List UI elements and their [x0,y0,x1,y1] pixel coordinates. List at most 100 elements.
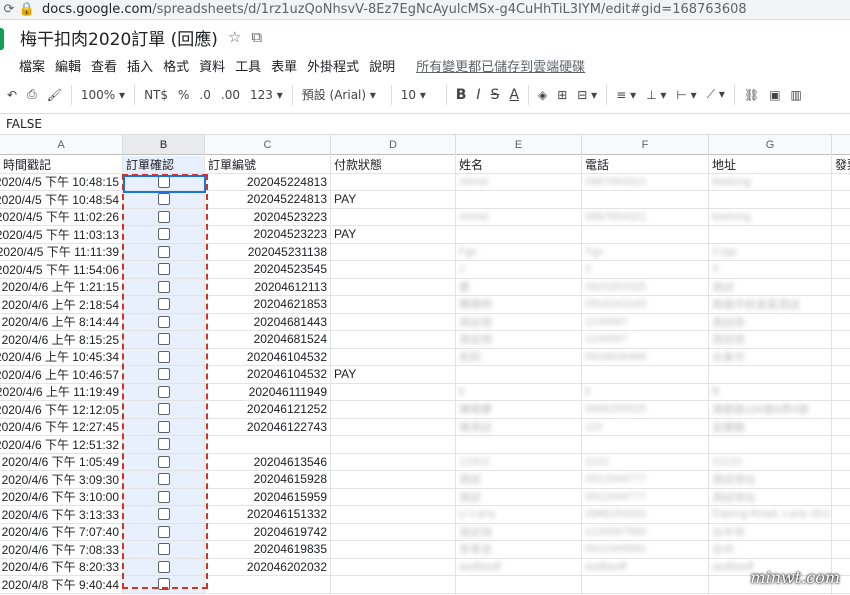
header-cell[interactable]: 時間戳記 [0,156,123,173]
table-cell[interactable] [709,436,832,453]
table-cell[interactable]: 測試用 [709,313,832,330]
table-cell[interactable]: 202045224813 [205,191,331,208]
table-cell[interactable]: 20204681443 [205,313,331,330]
table-cell[interactable] [331,523,456,540]
star-icon[interactable]: ☆ [228,28,241,46]
table-cell[interactable] [205,436,331,453]
table-cell[interactable]: 陳測試 [456,418,582,435]
table-cell[interactable] [582,436,709,453]
table-cell[interactable]: 莉莉 [456,348,582,365]
spreadsheet-grid[interactable]: ABCDEFG時間戳記訂單確認訂單編號付款狀態姓名電話地址發票2020/4/5 … [0,135,850,595]
table-cell[interactable]: 測試用 [456,331,582,348]
borders-icon[interactable]: ⊞ [552,88,572,102]
table-cell[interactable]: 港都路168巷8弄8號 [709,401,832,418]
table-cell[interactable]: 蔡 [456,278,582,295]
table-cell[interactable]: Li Larry [456,506,582,523]
column-header-c[interactable]: C [205,135,331,155]
order-confirm-cell[interactable] [123,523,205,540]
column-header-e[interactable]: E [456,135,582,155]
table-cell[interactable]: 高雄市前金區測試 [709,296,832,313]
table-cell[interactable]: lll [709,383,832,400]
table-cell[interactable]: 202046121252 [205,401,331,418]
table-cell[interactable] [832,506,850,523]
move-folder-icon[interactable]: ⧉ [251,28,262,46]
checkbox[interactable] [157,350,170,363]
table-cell[interactable]: 2020/4/6 下午 12:27:45 [0,418,123,435]
table-cell[interactable]: 110 [582,418,709,435]
table-cell[interactable] [331,453,456,470]
number-format-select[interactable]: 123 ▾ [245,88,288,102]
table-cell[interactable]: PAY [331,226,456,243]
undo-icon[interactable]: ↶ [2,88,22,102]
table-cell[interactable] [832,174,850,191]
table-cell[interactable] [832,401,850,418]
table-cell[interactable] [832,366,850,383]
table-cell[interactable]: 12312 [456,453,582,470]
checkbox[interactable] [157,560,170,573]
table-cell[interactable]: 12121 [709,453,832,470]
order-confirm-cell[interactable] [123,436,205,453]
checkbox[interactable] [157,490,170,503]
print-icon[interactable]: ⎙ [22,87,42,102]
comment-icon[interactable]: ▣ [764,88,785,102]
table-cell[interactable]: 2020/4/6 上午 11:19:49 [0,383,123,400]
order-confirm-cell[interactable] [123,278,205,295]
table-cell[interactable]: 0987654321 [582,208,709,225]
table-cell[interactable] [331,488,456,505]
table-cell[interactable]: 20204621853 [205,296,331,313]
table-cell[interactable] [832,384,850,401]
table-cell[interactable]: 202045224813 [205,173,331,190]
table-cell[interactable]: 20204619742 [205,523,331,540]
chart-icon[interactable]: ▥ [786,88,807,102]
decrease-decimal-button[interactable]: .0 [194,88,215,102]
checkbox[interactable] [157,578,170,591]
order-confirm-cell[interactable] [123,173,205,190]
table-cell[interactable]: Fgc [456,243,582,260]
table-cell[interactable]: 202046202032 [205,558,331,575]
table-cell[interactable]: 2020/4/6 下午 7:08:33 [0,541,123,558]
checkbox[interactable] [157,175,170,188]
table-cell[interactable]: PAY [331,366,456,383]
table-cell[interactable]: 20204615959 [205,488,331,505]
table-cell[interactable] [331,208,456,225]
table-cell[interactable]: 測試用 [456,523,582,540]
checkbox[interactable] [157,298,170,311]
table-cell[interactable] [331,383,456,400]
table-cell[interactable]: 2020/4/6 下午 12:12:05 [0,401,123,418]
menu-item-9[interactable]: 說明 [364,56,400,75]
table-cell[interactable]: 2020/4/6 上午 2:18:54 [0,296,123,313]
table-cell[interactable]: 測試地址 [709,471,832,488]
table-cell[interactable]: 20204612113 [205,278,331,295]
sheets-logo-icon[interactable] [0,28,4,50]
column-header-b[interactable]: B [123,135,205,155]
table-cell[interactable]: 1234567 [582,331,709,348]
font-size-select[interactable]: 10 ▾ [396,88,442,102]
table-cell[interactable]: 3 [709,261,832,278]
column-header-g[interactable]: G [709,135,832,155]
table-cell[interactable]: 0987654321 [582,173,709,190]
zoom-select[interactable]: 100% ▾ [76,88,130,102]
table-cell[interactable]: 台中 [709,541,832,558]
order-confirm-cell[interactable] [123,261,205,278]
table-cell[interactable]: 2121 [582,453,709,470]
checkbox[interactable] [157,508,170,521]
menu-item-0[interactable]: 檔案 [14,56,50,75]
wrap-icon[interactable]: ⊢ ▾ [671,88,701,102]
order-confirm-cell[interactable] [123,226,205,243]
table-cell[interactable]: asdfasdf [582,558,709,575]
table-cell[interactable] [832,524,850,541]
checkbox[interactable] [157,438,170,451]
column-header-f[interactable]: F [582,135,709,155]
table-cell[interactable]: 2020/4/6 下午 3:09:30 [0,471,123,488]
table-cell[interactable]: 202046151332 [205,506,331,523]
header-cell[interactable]: 姓名 [456,156,582,173]
table-cell[interactable]: 2020/4/6 下午 3:10:00 [0,488,123,505]
table-cell[interactable] [331,541,456,558]
order-confirm-cell[interactable] [123,383,205,400]
table-cell[interactable]: 20204523545 [205,261,331,278]
table-cell[interactable]: 2020/4/6 下午 1:05:49 [0,453,123,470]
table-cell[interactable] [832,209,850,226]
order-confirm-cell[interactable] [123,471,205,488]
order-confirm-cell[interactable] [123,488,205,505]
checkbox[interactable] [157,525,170,538]
